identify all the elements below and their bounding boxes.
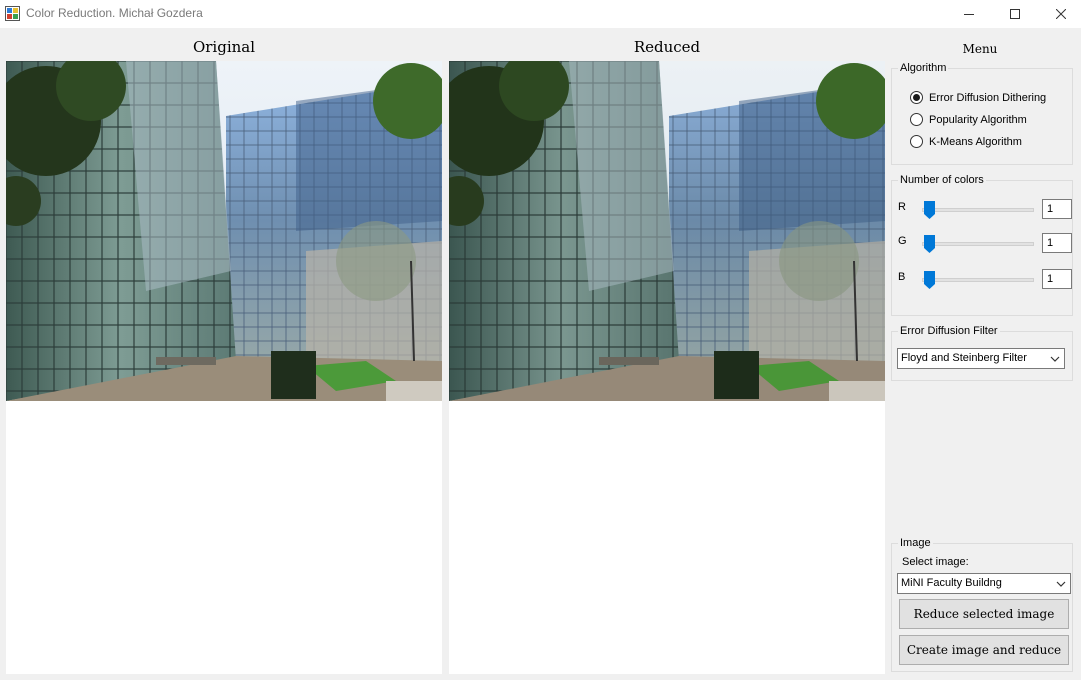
radio-dot xyxy=(913,94,920,101)
slider-label-g: G xyxy=(898,235,907,247)
radio-label: K-Means Algorithm xyxy=(929,135,1022,148)
window-title: Color Reduction. Michał Gozdera xyxy=(26,6,203,20)
g-count-input[interactable]: 1 xyxy=(1042,233,1072,253)
slider-thumb-r[interactable] xyxy=(924,201,935,219)
slider-track-r[interactable] xyxy=(922,208,1034,212)
slider-label-r: R xyxy=(898,201,906,213)
reduced-image-panel xyxy=(449,61,885,674)
app-icon xyxy=(5,6,20,21)
image-group: Image Select image: MiNI Faculty Buildng… xyxy=(891,537,1073,672)
chevron-down-icon xyxy=(1050,356,1060,362)
error-diffusion-filter-group: Error Diffusion Filter Floyd and Steinbe… xyxy=(891,325,1073,381)
select-image-label: Select image: xyxy=(902,556,969,568)
slider-label-b: B xyxy=(898,271,906,283)
filter-group-title: Error Diffusion Filter xyxy=(898,325,1000,337)
number-of-colors-group: Number of colors R 1 G 1 B 1 xyxy=(891,174,1073,316)
create-image-and-reduce-button[interactable]: Create image and reduce xyxy=(899,635,1069,665)
colors-group-title: Number of colors xyxy=(898,174,986,186)
slider-track-g[interactable] xyxy=(922,242,1034,246)
slider-row-r: R 1 xyxy=(898,197,1072,221)
slider-thumb-b[interactable] xyxy=(924,271,935,289)
title-bar: Color Reduction. Michał Gozdera xyxy=(0,0,1081,28)
radio-button-checked[interactable] xyxy=(910,91,923,104)
algorithm-group: Algorithm Error Diffusion Dithering Popu… xyxy=(891,62,1073,165)
reduce-selected-image-button[interactable]: Reduce selected image xyxy=(899,599,1069,629)
slider-thumb-g[interactable] xyxy=(924,235,935,253)
radio-popularity[interactable]: Popularity Algorithm xyxy=(910,113,1027,126)
minimize-icon xyxy=(964,14,974,15)
original-image-panel xyxy=(6,61,442,674)
image-select[interactable]: MiNI Faculty Buildng xyxy=(897,573,1071,594)
b-count-input[interactable]: 1 xyxy=(1042,269,1072,289)
original-heading: Original xyxy=(192,38,256,56)
reduced-heading: Reduced xyxy=(633,38,701,56)
filter-select[interactable]: Floyd and Steinberg Filter xyxy=(897,348,1065,369)
r-count-input[interactable]: 1 xyxy=(1042,199,1072,219)
slider-track-b[interactable] xyxy=(922,278,1034,282)
slider-row-g: G 1 xyxy=(898,231,1072,255)
menu-heading: Menu xyxy=(962,42,998,56)
image-group-title: Image xyxy=(898,537,933,549)
image-select-value: MiNI Faculty Buildng xyxy=(901,577,1002,589)
original-photo xyxy=(6,61,442,401)
minimize-button[interactable] xyxy=(946,0,992,28)
reduced-photo xyxy=(449,61,885,401)
maximize-button[interactable] xyxy=(992,0,1038,28)
close-button[interactable] xyxy=(1038,0,1081,28)
radio-error-diffusion[interactable]: Error Diffusion Dithering xyxy=(910,91,1046,104)
radio-label: Popularity Algorithm xyxy=(929,113,1027,126)
filter-select-value: Floyd and Steinberg Filter xyxy=(901,352,1027,364)
radio-button[interactable] xyxy=(910,135,923,148)
radio-kmeans[interactable]: K-Means Algorithm xyxy=(910,135,1022,148)
close-icon xyxy=(1056,9,1066,19)
algorithm-group-title: Algorithm xyxy=(898,62,949,74)
slider-row-b: B 1 xyxy=(898,267,1072,291)
radio-label: Error Diffusion Dithering xyxy=(929,91,1047,104)
maximize-icon xyxy=(1010,9,1020,19)
radio-button[interactable] xyxy=(910,113,923,126)
chevron-down-icon xyxy=(1056,581,1066,587)
